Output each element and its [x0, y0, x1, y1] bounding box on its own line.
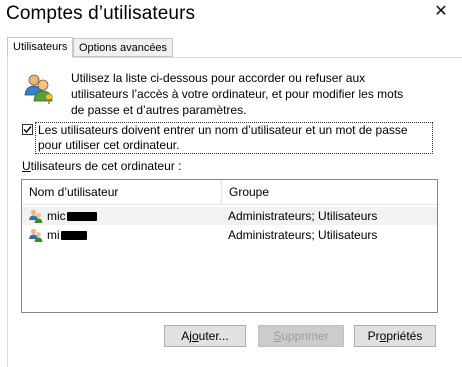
user-icon: [28, 227, 44, 243]
redaction-bar: [60, 231, 87, 241]
users-listview[interactable]: Nom d’utilisateur Groupe mic Administrat…: [21, 179, 438, 313]
users-icon: [22, 71, 56, 105]
checkmark-icon: [23, 126, 32, 134]
close-icon[interactable]: ✕: [432, 2, 450, 22]
row-username: mic: [47, 207, 97, 225]
users-list-label: Utilisateurs de cet ordinateur :: [22, 159, 182, 173]
tab-utilisateurs[interactable]: Utilisateurs: [7, 37, 74, 58]
column-header-username[interactable]: Nom d’utilisateur: [22, 180, 222, 205]
row-group: Administrateurs; Utilisateurs: [228, 209, 378, 223]
users-list-label-rest: tilisateurs de cet ordinateur :: [30, 159, 182, 173]
require-password-label[interactable]: Les utilisateurs doivent entrer un nom d…: [35, 122, 433, 154]
table-row[interactable]: mi Administrateurs; Utilisateurs: [22, 226, 437, 244]
table-row[interactable]: mic Administrateurs; Utilisateurs: [22, 207, 437, 225]
remove-user-button[interactable]: Supprimer: [258, 325, 344, 347]
tab-options-avancees[interactable]: Options avancées: [73, 38, 174, 57]
row-group: Administrateurs; Utilisateurs: [228, 228, 378, 242]
properties-button[interactable]: Propriétés: [354, 325, 436, 347]
user-icon: [28, 208, 44, 224]
intro-text: Utilisez la liste ci-dessous pour accord…: [71, 71, 404, 117]
row-username: mi: [47, 226, 87, 244]
column-header-group[interactable]: Groupe: [222, 180, 437, 205]
require-password-checkbox[interactable]: [22, 124, 33, 135]
add-user-button[interactable]: Ajouter...: [164, 325, 246, 347]
window-title: Comptes d’utilisateurs: [6, 3, 196, 24]
redaction-bar: [66, 212, 97, 222]
